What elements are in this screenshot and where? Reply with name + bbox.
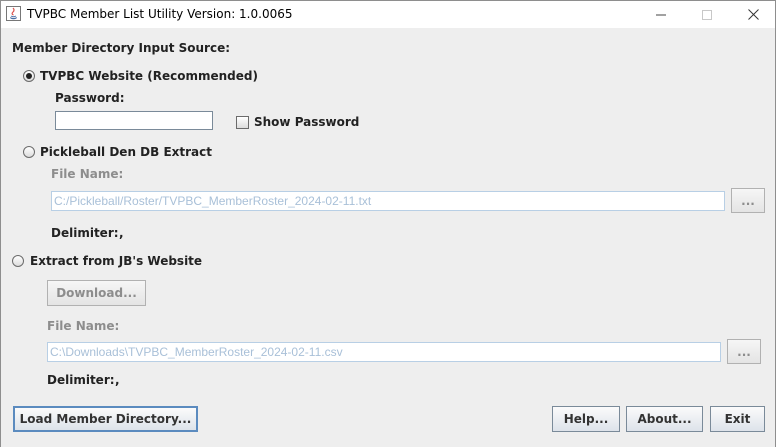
website-radio[interactable] [23, 70, 35, 82]
close-button[interactable] [730, 1, 776, 28]
jb-file-label: File Name: [47, 319, 120, 333]
java-app-icon [6, 6, 21, 21]
jb-file-field[interactable]: C:\Downloads\TVPBC_MemberRoster_2024-02-… [47, 342, 721, 362]
radio-selected-dot [26, 73, 32, 79]
pickleball-delimiter-label: Delimiter: [51, 226, 119, 240]
about-button[interactable]: About... [626, 406, 703, 432]
pickleball-browse-button[interactable]: ... [731, 188, 765, 213]
exit-button[interactable]: Exit [710, 406, 765, 432]
show-password-checkbox[interactable] [236, 116, 249, 129]
pickleball-delimiter-value: , [119, 226, 124, 240]
load-directory-button[interactable]: Load Member Directory... [13, 406, 198, 432]
help-button[interactable]: Help... [552, 406, 620, 432]
pickleball-radio[interactable] [23, 146, 35, 158]
jb-radio-label[interactable]: Extract from JB's Website [30, 254, 202, 268]
pickleball-file-value: C:/Pickleball/Roster/TVPBC_MemberRoster_… [54, 194, 372, 208]
download-button[interactable]: Download... [47, 280, 146, 306]
input-source-heading: Member Directory Input Source: [12, 41, 231, 55]
jb-browse-button[interactable]: ... [727, 339, 761, 364]
window-title: TVPBC Member List Utility Version: 1.0.0… [27, 7, 293, 21]
jb-delimiter-label: Delimiter: [47, 373, 115, 387]
pickleball-file-label: File Name: [51, 167, 124, 181]
jb-delimiter-value: , [115, 373, 120, 387]
pickleball-radio-label[interactable]: Pickleball Den DB Extract [40, 145, 212, 159]
jb-file-value: C:\Downloads\TVPBC_MemberRoster_2024-02-… [50, 345, 343, 359]
pickleball-file-field[interactable]: C:/Pickleball/Roster/TVPBC_MemberRoster_… [51, 191, 725, 211]
main-panel: Member Directory Input Source: TVPBC Web… [1, 28, 775, 447]
minimize-button[interactable] [638, 1, 684, 28]
maximize-button[interactable] [684, 1, 730, 28]
maximize-icon [702, 9, 712, 20]
minimize-icon [656, 14, 666, 15]
jb-radio[interactable] [12, 255, 24, 267]
password-label: Password: [55, 91, 125, 105]
title-bar: TVPBC Member List Utility Version: 1.0.0… [1, 1, 775, 28]
password-field[interactable] [55, 111, 213, 130]
website-radio-label[interactable]: TVPBC Website (Recommended) [40, 69, 258, 83]
show-password-label[interactable]: Show Password [254, 115, 359, 129]
app-window: TVPBC Member List Utility Version: 1.0.0… [0, 0, 776, 447]
close-icon [747, 9, 759, 20]
